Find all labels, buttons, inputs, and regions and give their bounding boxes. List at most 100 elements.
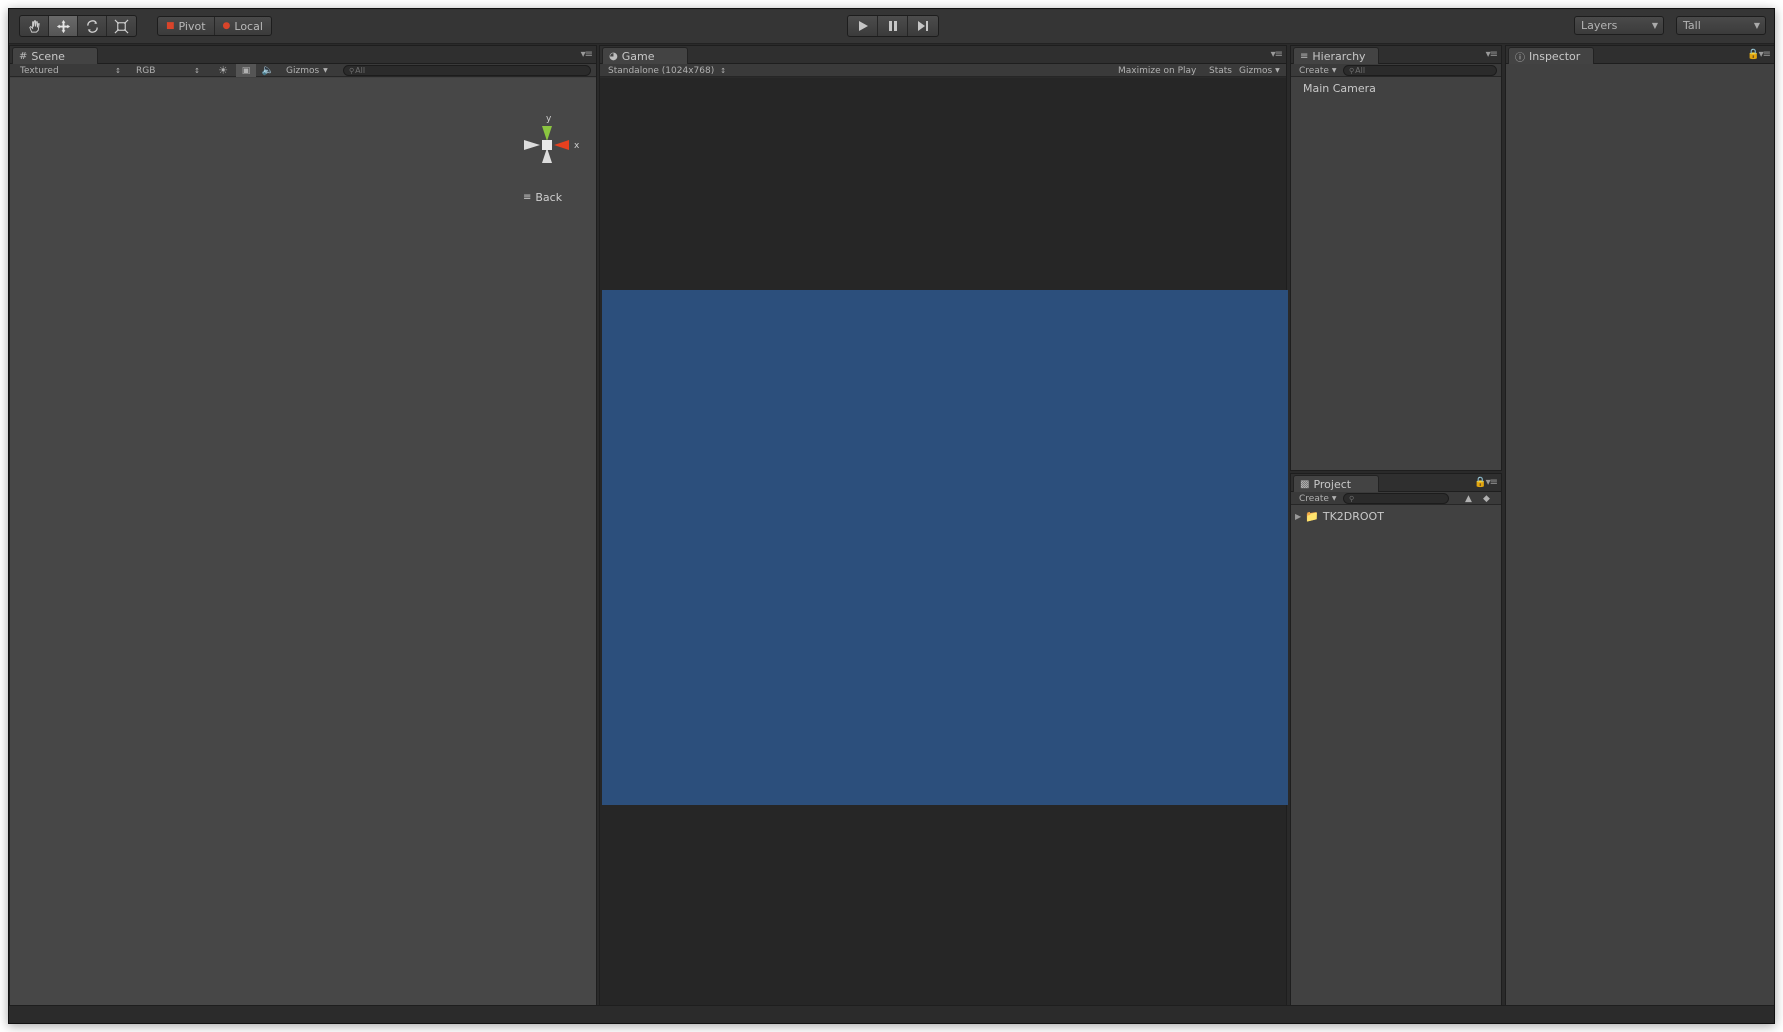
info-icon: ⓘ [1515, 52, 1525, 64]
hierarchy-search-placeholder: All [1355, 66, 1366, 75]
layers-dropdown[interactable]: Layers ▼ [1574, 16, 1664, 35]
panel-menu-icon[interactable]: ▾≡ [1271, 49, 1283, 60]
inspector-tabbar: ⓘ Inspector 🔒▾≡ [1506, 46, 1774, 64]
render-mode-label: Textured [20, 65, 59, 76]
project-panel: ▩ Project 🔒▾≡ Create ▼ ⚲ ▲ ◆ ▶ 📁 TK2DROO… [1290, 473, 1502, 1013]
view-orientation-label[interactable]: ≡ Back [523, 191, 562, 204]
scene-search-placeholder: All [355, 66, 366, 75]
rotate-icon [86, 19, 98, 33]
chevron-down-icon: ▼ [1651, 21, 1658, 30]
panel-menu-icon[interactable]: 🔒▾≡ [1474, 477, 1498, 488]
step-button[interactable] [908, 16, 938, 36]
scene-panel: # Scene ▾≡ Textured ↕ RGB ↕ ☀ ▣ 🔈 Gizmos… [9, 45, 597, 1013]
updown-icon: ↕ [115, 66, 121, 75]
rotate-tool-button[interactable] [78, 16, 107, 36]
list-item[interactable]: Main Camera [1303, 82, 1376, 95]
chevron-down-icon: ▼ [323, 67, 328, 74]
tab-game[interactable]: ◕ Game [602, 47, 688, 64]
scene-viewport[interactable]: y x ≡ Back [10, 78, 596, 1012]
gizmo-x-label: x [574, 141, 580, 151]
local-label: Local [234, 19, 263, 33]
lighting-toggle[interactable]: ☀ [215, 64, 231, 77]
scale-tool-button[interactable] [107, 16, 136, 36]
search-icon: ⚲ [349, 66, 355, 75]
game-panel: ◕ Game ▾≡ Standalone (1024x768) ↕ Maximi… [599, 45, 1288, 1013]
filter-by-type-button[interactable]: ▲ [1465, 492, 1477, 505]
tab-inspector-label: Inspector [1529, 49, 1581, 63]
tag-icon: ◆ [1483, 493, 1490, 504]
project-tabbar: ▩ Project 🔒▾≡ [1291, 474, 1501, 492]
search-icon: ⚲ [1349, 494, 1355, 503]
pacman-icon: ◕ [609, 50, 618, 62]
pivot-controls: ■ Pivot ● Local [157, 16, 272, 36]
scene-search-input[interactable]: ⚲ All [343, 65, 591, 76]
maximize-on-play-toggle[interactable]: Maximize on Play [1118, 64, 1202, 77]
channel-dropdown[interactable]: RGB ↕ [136, 64, 204, 77]
panel-menu-icon[interactable]: ▾≡ [581, 49, 593, 60]
folder-tab-icon: ▩ [1300, 478, 1310, 490]
audio-toggle[interactable]: 🔈 [260, 64, 276, 77]
updown-icon: ↕ [720, 66, 727, 75]
move-icon [56, 19, 70, 33]
fx-toggle[interactable]: ▣ [236, 64, 256, 77]
expand-arrow-icon[interactable]: ▶ [1295, 512, 1301, 521]
main-toolbar: ■ Pivot ● Local Layers ▼ Tall ▼ [9, 9, 1774, 44]
pause-button[interactable] [878, 16, 908, 36]
gizmo-center-cube[interactable] [542, 140, 552, 150]
panel-menu-icon[interactable]: 🔒▾≡ [1747, 49, 1771, 60]
hierarchy-create-dropdown[interactable]: Create ▼ [1299, 64, 1339, 77]
resolution-dropdown[interactable]: Standalone (1024x768) ↕ [608, 64, 728, 77]
game-gizmos-dropdown[interactable]: Gizmos ▼ [1239, 64, 1285, 77]
hierarchy-search-input[interactable]: ⚲ All [1343, 65, 1497, 76]
project-search-input[interactable]: ⚲ [1343, 493, 1449, 504]
folder-icon: 📁 [1305, 510, 1319, 523]
render-mode-dropdown[interactable]: Textured ↕ [20, 64, 125, 77]
search-icon: ⚲ [1349, 66, 1355, 75]
chevron-down-icon: ▼ [1275, 67, 1280, 74]
list-icon: ≡ [1300, 50, 1309, 62]
tab-inspector[interactable]: ⓘ Inspector [1508, 47, 1594, 64]
list-item[interactable]: ▶ 📁 TK2DROOT [1295, 510, 1384, 523]
pivot-button[interactable]: ■ Pivot [158, 17, 215, 35]
hierarchy-subtoolbar: Create ▼ ⚲ All [1291, 64, 1501, 77]
game-gizmos-label: Gizmos [1239, 65, 1273, 76]
updown-icon: ↕ [194, 66, 200, 75]
step-icon [918, 21, 928, 31]
project-subtoolbar: Create ▼ ⚲ ▲ ◆ [1291, 492, 1501, 505]
gizmo-x-cone[interactable] [554, 140, 569, 150]
stats-label: Stats [1209, 65, 1232, 76]
tab-hierarchy[interactable]: ≡ Hierarchy [1293, 47, 1379, 64]
layers-label: Layers [1581, 19, 1618, 32]
scale-icon [114, 19, 129, 33]
tab-project[interactable]: ▩ Project [1293, 475, 1379, 492]
layout-label: Tall [1683, 19, 1701, 32]
chevron-down-icon: ▼ [1331, 67, 1337, 74]
panel-menu-icon[interactable]: ▾≡ [1486, 49, 1498, 60]
layout-dropdown[interactable]: Tall ▼ [1676, 16, 1766, 35]
tab-game-label: Game [621, 49, 655, 63]
filter-by-label-button[interactable]: ◆ [1483, 492, 1495, 505]
scene-gizmos-dropdown[interactable]: Gizmos ▼ [286, 64, 336, 77]
local-button[interactable]: ● Local [215, 17, 271, 35]
gizmo-neg-x-cone[interactable] [524, 140, 540, 150]
hierarchy-panel: ≡ Hierarchy ▾≡ Create ▼ ⚲ All Main Camer… [1290, 45, 1502, 471]
project-create-dropdown[interactable]: Create ▼ [1299, 492, 1339, 505]
image-icon: ▣ [241, 65, 251, 76]
game-viewport[interactable] [600, 78, 1288, 1012]
tab-scene[interactable]: # Scene [12, 47, 98, 64]
project-item-label: TK2DROOT [1322, 510, 1384, 523]
tab-scene-label: Scene [31, 49, 65, 63]
view-orientation-text: Back [535, 191, 563, 204]
stats-toggle[interactable]: Stats [1209, 64, 1233, 77]
chevron-down-icon: ▼ [1331, 495, 1337, 502]
gizmo-neg-y-cone[interactable] [542, 148, 552, 163]
sun-icon: ☀ [218, 64, 228, 77]
gizmo-y-cone[interactable] [542, 126, 552, 141]
transform-tools [19, 15, 137, 37]
play-button[interactable] [848, 16, 878, 36]
project-create-label: Create [1299, 493, 1329, 504]
hand-tool-button[interactable] [20, 16, 49, 36]
orientation-gizmo[interactable]: y x [510, 108, 600, 198]
move-tool-button[interactable] [49, 16, 78, 36]
chevron-down-icon: ▼ [1753, 21, 1760, 30]
